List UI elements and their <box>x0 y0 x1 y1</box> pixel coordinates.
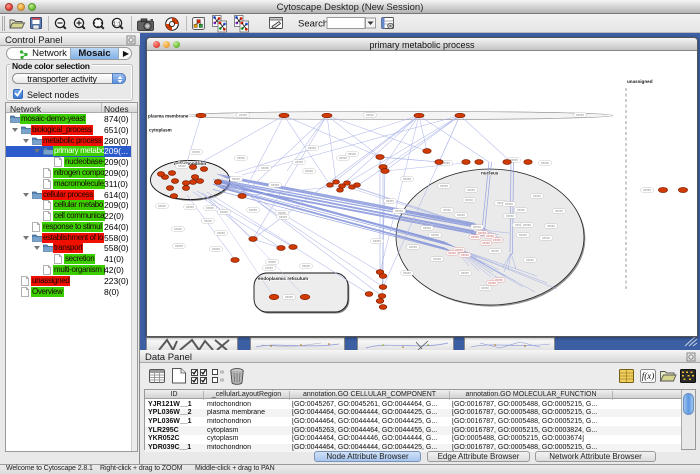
svg-text:xxxxx: xxxxx <box>517 208 525 212</box>
svg-text:xxxxx: xxxxx <box>481 286 489 290</box>
svg-text:xxxxx: xxxxx <box>423 226 431 230</box>
svg-text:xxxxx: xxxxx <box>302 264 310 268</box>
svg-text:xxxxx: xxxxx <box>506 214 514 218</box>
svg-text:xxxxx: xxxxx <box>488 281 496 285</box>
svg-text:xxxxx: xxxxx <box>457 213 465 217</box>
svg-text:cytoplasm: cytoplasm <box>149 128 172 133</box>
svg-text:xxxxx: xxxxx <box>542 236 550 240</box>
svg-text:xxxxx: xxxxx <box>192 150 200 154</box>
svg-text:xxxxx: xxxxx <box>403 177 411 181</box>
svg-text:xxxxx: xxxxx <box>523 223 531 227</box>
svg-text:xxxxx: xxxxx <box>448 251 456 255</box>
svg-text:xxxxx: xxxxx <box>431 233 439 237</box>
svg-text:xxxxx: xxxxx <box>576 113 584 117</box>
svg-text:xxxxx: xxxxx <box>220 210 228 214</box>
svg-text:xxxxx: xxxxx <box>519 233 527 237</box>
svg-text:xxxxx: xxxxx <box>409 245 417 249</box>
svg-text:Search:: Search: <box>298 19 331 30</box>
svg-text:xxxxx: xxxxx <box>555 209 563 213</box>
svg-text:plasma membrane: plasma membrane <box>148 113 189 118</box>
svg-text:xxxxx: xxxxx <box>541 161 549 165</box>
svg-text:xxxxx: xxxxx <box>373 239 381 243</box>
svg-text:xxxxx: xxxxx <box>339 156 347 160</box>
svg-text:1:1: 1:1 <box>113 21 121 27</box>
svg-text:xxxxx: xxxxx <box>279 215 287 219</box>
svg-text:xxxxx: xxxxx <box>175 244 183 248</box>
svg-text:xxxxx: xxxxx <box>473 225 481 229</box>
svg-text:xxxxx: xxxxx <box>295 160 303 164</box>
svg-text:xxxxx: xxxxx <box>643 188 651 192</box>
svg-text:xxxxx: xxxxx <box>174 227 182 231</box>
svg-text:xxxxx: xxxxx <box>461 253 469 257</box>
svg-text:xxxxx: xxxxx <box>461 271 469 275</box>
svg-text:xxxxx: xxxxx <box>403 271 411 275</box>
svg-text:xxxxx: xxxxx <box>249 208 257 212</box>
svg-text:xxxxx: xxxxx <box>443 208 451 212</box>
svg-text:xxxxx: xxxxx <box>491 249 499 253</box>
svg-text:xxxxx: xxxxx <box>395 209 403 213</box>
svg-text:xxxxx: xxxxx <box>547 224 555 228</box>
svg-text:xxxxx: xxxxx <box>440 184 448 188</box>
svg-text:xxxxx: xxxxx <box>471 235 479 239</box>
svg-text:xxxxx: xxxxx <box>465 198 473 202</box>
svg-text:xxxxx: xxxxx <box>308 146 316 150</box>
svg-text:xxxxx: xxxxx <box>433 257 441 261</box>
svg-text:xxxxx: xxxxx <box>239 113 247 117</box>
svg-text:f(x): f(x) <box>642 371 655 381</box>
svg-text:xxxxx: xxxxx <box>526 258 534 262</box>
svg-text:xxxxx: xxxxx <box>217 231 225 235</box>
svg-text:xxxxx: xxxxx <box>178 164 186 168</box>
svg-text:xxxxx: xxxxx <box>533 194 541 198</box>
svg-text:xxxxx: xxxxx <box>204 219 212 223</box>
svg-text:xxxxx: xxxxx <box>366 113 374 117</box>
svg-text:xxxxx: xxxxx <box>261 166 269 170</box>
svg-text:xxxxx: xxxxx <box>186 205 194 209</box>
svg-text:xxxxx: xxxxx <box>467 188 475 192</box>
svg-text:nucleus: nucleus <box>481 171 499 176</box>
svg-text:xxxxx: xxxxx <box>237 156 245 160</box>
svg-text:xxxxx: xxxxx <box>482 241 490 245</box>
svg-text:xxxxx: xxxxx <box>493 238 501 242</box>
svg-text:xxxxx: xxxxx <box>305 169 313 173</box>
svg-text:xxxxx: xxxxx <box>206 206 214 210</box>
svg-text:xxxxx: xxxxx <box>348 152 356 156</box>
svg-text:unassigned: unassigned <box>627 79 653 84</box>
svg-text:xxxxx: xxxxx <box>212 247 220 251</box>
svg-text:xxxxx: xxxxx <box>268 260 276 264</box>
svg-text:xxxxx: xxxxx <box>158 204 166 208</box>
svg-text:xxxxx: xxxxx <box>386 199 394 203</box>
svg-text:xxxxx: xxxxx <box>232 177 240 181</box>
svg-text:xxxxx: xxxxx <box>505 202 513 206</box>
svg-text:xxxxx: xxxxx <box>285 295 293 299</box>
svg-text:endoplasmic reticulum: endoplasmic reticulum <box>258 276 308 281</box>
svg-text:xxxxx: xxxxx <box>271 183 279 187</box>
svg-text:xxxxx: xxxxx <box>265 266 273 270</box>
